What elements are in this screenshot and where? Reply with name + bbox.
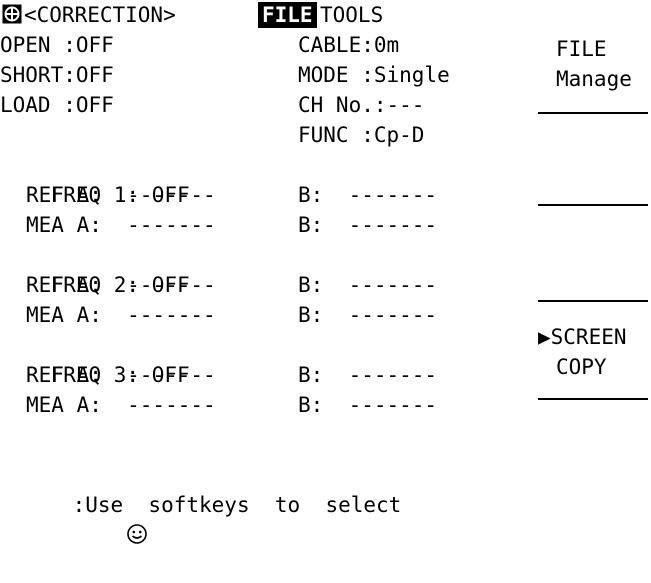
header-bar: <CORRECTION> FILE TOOLS bbox=[0, 0, 540, 30]
cable-setting[interactable]: CABLE:0m bbox=[298, 30, 399, 60]
short-status: SHORT:OFF bbox=[0, 63, 114, 87]
freq2-mea-b: B: ------- bbox=[298, 303, 438, 327]
softkey-divider bbox=[538, 112, 648, 114]
func-setting[interactable]: FUNC :Cp-D bbox=[298, 120, 424, 150]
freq1-mea-a: MEA A: ------- bbox=[26, 213, 216, 237]
freq3-ref-a: REF A: ------- bbox=[26, 363, 216, 387]
page-title: <CORRECTION> bbox=[24, 3, 176, 27]
freq2-row[interactable]: FREQ 2: OFF bbox=[0, 240, 190, 297]
freq2-ref-b: B: ------- bbox=[298, 273, 438, 297]
smiley-icon bbox=[51, 493, 148, 544]
mode-setting[interactable]: MODE :Single bbox=[298, 60, 450, 90]
calibration-icon bbox=[2, 4, 22, 24]
softkey-screen-copy-line2[interactable]: COPY bbox=[556, 352, 607, 382]
freq1-ref-b: B: ------- bbox=[298, 183, 438, 207]
softkey-divider bbox=[538, 398, 648, 400]
freq3-mea-a: MEA A: ------- bbox=[26, 393, 216, 417]
softkey-divider bbox=[538, 300, 648, 302]
freq1-row[interactable]: FREQ 1: OFF bbox=[0, 150, 190, 207]
softkey-file-manage-line2[interactable]: Manage bbox=[556, 64, 632, 94]
freq1-mea-b: B: ------- bbox=[298, 213, 438, 237]
instrument-screen: <CORRECTION> FILE TOOLS OPEN :OFF SHORT:… bbox=[0, 0, 651, 544]
load-status: LOAD :OFF bbox=[0, 93, 114, 117]
freq2-ref-a: REF A: ------- bbox=[26, 273, 216, 297]
freq2-mea-a: MEA A: ------- bbox=[26, 303, 216, 327]
freq3-row[interactable]: FREQ 3: OFF bbox=[0, 330, 190, 387]
menu-tools[interactable]: TOOLS bbox=[320, 0, 383, 30]
freq3-ref-b: B: ------- bbox=[298, 363, 438, 387]
softkey-file-manage-line1[interactable]: FILE bbox=[556, 34, 607, 64]
softkey-divider bbox=[538, 204, 648, 206]
freq3-mea-b: B: ------- bbox=[298, 393, 438, 417]
status-text: :Use softkeys to select bbox=[72, 493, 402, 517]
softkey-screen-copy-line1[interactable]: ▶SCREEN bbox=[538, 322, 627, 352]
status-line: :Use softkeys to select bbox=[0, 460, 401, 544]
channel-number[interactable]: CH No.:--- bbox=[298, 90, 424, 120]
freq1-ref-a: REF A: ------- bbox=[26, 183, 216, 207]
open-status: OPEN :OFF bbox=[0, 33, 114, 57]
menu-file[interactable]: FILE bbox=[258, 2, 317, 28]
